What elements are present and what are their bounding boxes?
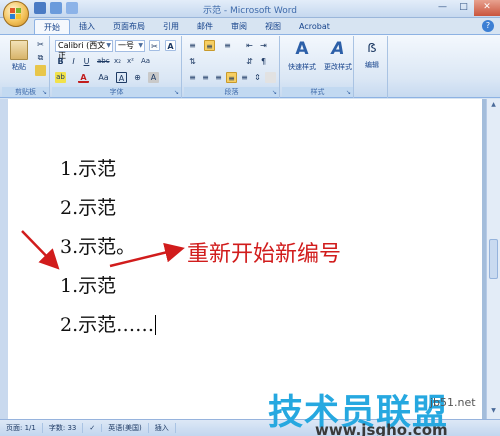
window-controls: — □ ✕ bbox=[432, 0, 500, 16]
styles-group-label: 样式 bbox=[282, 87, 353, 97]
sort-icon[interactable]: ⇵ bbox=[244, 56, 255, 67]
show-marks-icon[interactable]: ¶ bbox=[258, 56, 269, 67]
tab-home[interactable]: 开始 bbox=[34, 19, 70, 34]
chevron-down-icon: ▼ bbox=[138, 42, 143, 49]
styles-launcher-icon[interactable]: ↘ bbox=[346, 89, 351, 96]
annotation-label: 重新开始新编号 bbox=[187, 242, 342, 267]
align-right-icon[interactable]: ≡ bbox=[213, 72, 224, 83]
paragraph-launcher-icon[interactable]: ↘ bbox=[272, 89, 277, 96]
underline-icon[interactable]: U bbox=[81, 56, 92, 67]
tab-page-layout[interactable]: 页面布局 bbox=[104, 19, 154, 34]
status-language[interactable]: 英语(美国) bbox=[102, 423, 149, 433]
watermark-url: www.jsgho.com bbox=[315, 421, 448, 436]
office-button[interactable] bbox=[3, 1, 29, 27]
paragraph-group: ≡ ≡ ≡ ⇤ ⇥ ⇅ ⇵ ¶ ≡ ≡ ≡ ≡ ≡ ⇕ 段落 ↘ bbox=[184, 36, 280, 98]
cut-icon[interactable]: ✂ bbox=[35, 39, 46, 50]
tab-mailings[interactable]: 邮件 bbox=[188, 19, 222, 34]
minimize-icon[interactable]: — bbox=[432, 0, 453, 16]
status-words[interactable]: 字数: 33 bbox=[43, 423, 84, 433]
font-color-icon[interactable]: A bbox=[78, 72, 89, 83]
change-styles-label[interactable]: 更改样式 bbox=[320, 62, 356, 72]
decrease-indent-icon[interactable]: ⇤ bbox=[244, 40, 255, 51]
quick-styles-label[interactable]: 快速样式 bbox=[284, 62, 320, 72]
office-logo-icon bbox=[10, 8, 23, 21]
maximize-icon[interactable]: □ bbox=[453, 0, 474, 16]
align-left-icon[interactable]: ≡ bbox=[187, 72, 198, 83]
status-mode[interactable]: 插入 bbox=[149, 423, 176, 433]
change-case-icon[interactable]: Aa bbox=[140, 56, 151, 67]
distributed-icon[interactable]: ≡ bbox=[239, 72, 250, 83]
document-line-text: 2.示范…… bbox=[60, 314, 155, 336]
tab-view[interactable]: 视图 bbox=[256, 19, 290, 34]
quick-styles-icon[interactable]: A bbox=[292, 39, 312, 59]
close-icon[interactable]: ✕ bbox=[474, 0, 500, 16]
paragraph-group-label: 段落 bbox=[184, 87, 279, 97]
font-name-combo[interactable]: Calibri (西文正 ▼ bbox=[55, 40, 113, 60]
find-icon[interactable]: ẞ bbox=[364, 40, 380, 56]
line-spacing-icon[interactable]: ⇕ bbox=[252, 72, 263, 83]
chevron-down-icon: ▼ bbox=[106, 42, 111, 49]
clipboard-launcher-icon[interactable]: ↘ bbox=[42, 89, 47, 96]
watermark-small: jb51.net bbox=[430, 396, 476, 409]
status-page[interactable]: 页面: 1/1 bbox=[0, 423, 43, 433]
paste-icon[interactable] bbox=[10, 40, 28, 60]
highlight-icon[interactable]: ab bbox=[55, 72, 66, 83]
char-shading-icon[interactable]: A bbox=[148, 72, 159, 83]
change-styles-icon[interactable]: A bbox=[328, 39, 348, 59]
strikethrough-icon[interactable]: abc bbox=[97, 56, 110, 67]
text-cursor bbox=[155, 315, 157, 335]
tab-insert[interactable]: 插入 bbox=[70, 19, 104, 34]
superscript-icon[interactable]: x² bbox=[125, 56, 136, 67]
font-size-combo[interactable]: 一号 ▼ bbox=[115, 40, 145, 52]
vertical-ruler bbox=[0, 99, 8, 419]
char-border-icon[interactable]: A bbox=[116, 72, 127, 83]
scroll-down-icon[interactable]: ▼ bbox=[489, 407, 498, 417]
scroll-up-icon[interactable]: ▲ bbox=[489, 101, 498, 111]
editing-label[interactable]: 编辑 bbox=[358, 60, 386, 70]
help-icon[interactable]: ? bbox=[482, 20, 494, 32]
copy-icon[interactable]: ⧉ bbox=[35, 52, 46, 63]
justify-icon[interactable]: ≡ bbox=[226, 72, 237, 83]
document-line[interactable]: 3.示范。 bbox=[60, 232, 135, 259]
format-painter-icon[interactable] bbox=[35, 65, 46, 76]
ribbon-tabs: 开始 插入 页面布局 引用 邮件 审阅 视图 Acrobat bbox=[34, 19, 339, 34]
font-dialog-icon[interactable]: A bbox=[165, 40, 176, 51]
tab-references[interactable]: 引用 bbox=[154, 19, 188, 34]
font-size-value: 一号 bbox=[118, 41, 134, 50]
italic-icon[interactable]: I bbox=[68, 56, 79, 67]
multilevel-list-icon[interactable]: ≡ bbox=[222, 40, 233, 51]
align-center-icon[interactable]: ≡ bbox=[200, 72, 211, 83]
grow-font-icon[interactable]: Aa bbox=[98, 72, 109, 83]
increase-indent-icon[interactable]: ⇥ bbox=[258, 40, 269, 51]
tab-review[interactable]: 审阅 bbox=[222, 19, 256, 34]
paste-button-label[interactable]: 粘贴 bbox=[8, 62, 30, 72]
font-group-label: 字体 bbox=[52, 87, 181, 97]
chinese-layout-icon[interactable]: ⇅ bbox=[187, 56, 198, 67]
title-bar: 示范 - Microsoft Word — □ ✕ bbox=[0, 0, 500, 18]
styles-group: A 快速样式 A 更改样式 样式 ↘ bbox=[282, 36, 354, 98]
subscript-icon[interactable]: x₂ bbox=[112, 56, 123, 67]
tab-acrobat[interactable]: Acrobat bbox=[290, 19, 339, 34]
clipboard-group: 粘贴 ✂ ⧉ 剪贴板 ↘ bbox=[2, 36, 50, 98]
editing-group: ẞ 编辑 bbox=[356, 36, 388, 98]
enclose-char-icon[interactable]: ⊕ bbox=[132, 72, 143, 83]
clear-format-icon[interactable]: ✂ bbox=[149, 40, 160, 51]
document-line[interactable]: 1.示范 bbox=[60, 271, 116, 298]
spellcheck-icon[interactable]: ✓ bbox=[83, 424, 103, 432]
scroll-thumb[interactable] bbox=[489, 239, 498, 279]
ribbon: 粘贴 ✂ ⧉ 剪贴板 ↘ Calibri (西文正 ▼ 一号 ▼ ✂ A B I… bbox=[0, 34, 500, 98]
shading-icon[interactable] bbox=[265, 72, 276, 83]
bullets-icon[interactable]: ≡ bbox=[187, 40, 198, 51]
document-line[interactable]: 2.示范 bbox=[60, 193, 116, 220]
bold-icon[interactable]: B bbox=[55, 56, 66, 67]
document-line[interactable]: 1.示范 bbox=[60, 154, 116, 181]
font-launcher-icon[interactable]: ↘ bbox=[174, 89, 179, 96]
document-line-last[interactable]: 2.示范…… bbox=[60, 310, 157, 337]
font-group: Calibri (西文正 ▼ 一号 ▼ ✂ A B I U abc x₂ x² … bbox=[52, 36, 182, 98]
numbering-icon[interactable]: ≡ bbox=[204, 40, 215, 51]
vertical-scrollbar[interactable]: ▲ ▼ bbox=[486, 99, 500, 419]
window-title: 示范 - Microsoft Word bbox=[203, 6, 297, 16]
